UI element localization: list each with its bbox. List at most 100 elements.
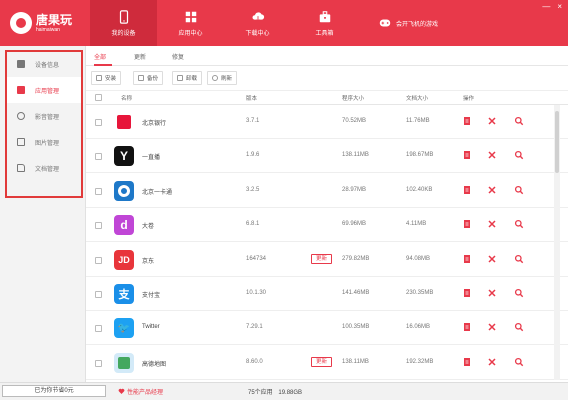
delete-icon[interactable] bbox=[487, 254, 497, 264]
refresh-button[interactable]: 刷新 bbox=[207, 71, 238, 85]
delete-icon[interactable] bbox=[487, 185, 497, 195]
app-version: 8.60.0 bbox=[246, 358, 263, 365]
uninstall-icon bbox=[177, 75, 183, 81]
table-scrollbar[interactable] bbox=[554, 105, 560, 380]
document-size: 94.08MB bbox=[406, 255, 431, 262]
search-icon[interactable] bbox=[514, 288, 524, 298]
table-row[interactable]: 🐦 Twitter 7.29.1 100.35MB 16.06MB bbox=[86, 311, 568, 346]
search-icon[interactable] bbox=[514, 322, 524, 332]
app-version: 7.29.1 bbox=[246, 324, 263, 331]
table-row[interactable]: 北京一卡通 3.2.5 28.97MB 102.40KB bbox=[86, 174, 568, 208]
window-controls: — × bbox=[542, 2, 562, 11]
tab-repair[interactable]: 修复 bbox=[172, 52, 184, 61]
program-size: 28.97MB bbox=[342, 186, 367, 193]
update-badge[interactable]: 更新 bbox=[311, 253, 333, 264]
table-row[interactable]: d 大卷 6.8.1 69.96MB 4.11MB bbox=[86, 208, 568, 243]
nav-game[interactable]: 会开飞机的游戏 bbox=[358, 0, 458, 46]
search-icon[interactable] bbox=[514, 254, 524, 264]
app-version: 3.7.1 bbox=[246, 118, 260, 124]
document-size: 102.40KB bbox=[406, 186, 433, 193]
row-checkbox[interactable] bbox=[95, 256, 102, 264]
row-checkbox[interactable] bbox=[95, 119, 102, 126]
saved-money-box: 已为你节省0元 bbox=[2, 385, 106, 397]
delete-icon[interactable] bbox=[487, 219, 497, 229]
nav-label: 会开飞机的游戏 bbox=[395, 21, 438, 28]
program-size: 100.35MB bbox=[342, 324, 370, 331]
program-size: 69.96MB bbox=[342, 221, 367, 228]
jd-app-icon: JD bbox=[114, 249, 134, 270]
table-header: 名称 版本 程序大小 文档大小 操作 bbox=[86, 91, 568, 105]
table-row[interactable]: 支 支付宝 10.1.30 141.46MB 230.35MB bbox=[86, 277, 568, 311]
export-icon[interactable] bbox=[462, 254, 472, 264]
scroll-thumb[interactable] bbox=[555, 111, 559, 173]
row-checkbox[interactable] bbox=[95, 187, 102, 195]
cloud-download-icon bbox=[252, 11, 264, 22]
search-icon[interactable] bbox=[514, 185, 524, 195]
app-version: 164734 bbox=[246, 255, 267, 262]
app-name: 北京银行 bbox=[142, 121, 167, 127]
controller-icon bbox=[379, 19, 391, 27]
delete-icon[interactable] bbox=[487, 288, 497, 298]
backup-icon bbox=[138, 75, 144, 81]
delete-icon[interactable] bbox=[487, 116, 497, 126]
phone-icon bbox=[119, 9, 128, 24]
install-button[interactable]: 安装 bbox=[91, 71, 122, 85]
row-checkbox[interactable] bbox=[95, 291, 102, 298]
export-icon[interactable] bbox=[462, 357, 472, 367]
minimize-button[interactable]: — bbox=[542, 2, 550, 11]
program-size: 70.52MB bbox=[342, 118, 367, 124]
search-icon[interactable] bbox=[514, 357, 524, 367]
search-icon[interactable] bbox=[514, 150, 524, 160]
status-footer: 已为你节省0元 性能产品经理 75个应用 19.88GB bbox=[0, 382, 568, 400]
delete-icon[interactable] bbox=[487, 357, 497, 367]
card-app-icon bbox=[114, 180, 134, 201]
search-icon[interactable] bbox=[514, 116, 524, 126]
table-row[interactable]: 高德地图 8.60.0 更新 138.11MB 192.32MB bbox=[86, 346, 568, 380]
export-icon[interactable] bbox=[462, 322, 472, 332]
export-icon[interactable] bbox=[462, 219, 472, 229]
close-button[interactable]: × bbox=[557, 2, 562, 11]
app-subtitle: haimaiwan bbox=[36, 26, 60, 33]
uninstall-button[interactable]: 卸载 bbox=[172, 71, 203, 85]
export-icon[interactable] bbox=[462, 185, 472, 195]
nav-app-center[interactable]: 应用中心 bbox=[157, 0, 224, 46]
header-actions: 操作 bbox=[463, 96, 475, 102]
nav-label: 应用中心 bbox=[178, 30, 203, 37]
export-icon[interactable] bbox=[462, 288, 472, 298]
app-name: 一直播 bbox=[142, 155, 161, 162]
document-size: 16.06MB bbox=[406, 324, 431, 331]
tab-update[interactable]: 更新 bbox=[134, 52, 146, 61]
row-checkbox[interactable] bbox=[95, 325, 102, 333]
select-all-checkbox[interactable] bbox=[95, 94, 102, 101]
app-version: 6.8.1 bbox=[246, 221, 260, 228]
uninstall-label: 卸载 bbox=[186, 76, 198, 82]
tab-all[interactable]: 全部 bbox=[94, 52, 106, 61]
row-checkbox[interactable] bbox=[95, 359, 102, 367]
app-version: 10.1.30 bbox=[246, 290, 267, 296]
delete-icon[interactable] bbox=[487, 150, 497, 160]
row-checkbox[interactable] bbox=[95, 153, 102, 161]
nav-download-center[interactable]: 下载中心 bbox=[224, 0, 291, 46]
table-row[interactable]: Y 一直播 1.9.6 138.11MB 198.67MB bbox=[86, 139, 568, 174]
update-badge[interactable]: 更新 bbox=[311, 356, 333, 367]
total-size: 19.88GB bbox=[278, 390, 303, 396]
nav-toolbox[interactable]: 工具箱 bbox=[291, 0, 358, 46]
app-version: 1.9.6 bbox=[246, 152, 260, 159]
backup-button[interactable]: 备份 bbox=[133, 71, 164, 85]
search-icon[interactable] bbox=[514, 219, 524, 229]
document-size: 230.35MB bbox=[406, 290, 434, 296]
video-app-icon: d bbox=[114, 215, 134, 236]
twitter-app-icon: 🐦 bbox=[114, 318, 134, 339]
table-row[interactable]: 北京银行 3.7.1 70.52MB 11.76MB bbox=[86, 105, 568, 139]
nav-my-device[interactable]: 我的设备 bbox=[90, 0, 157, 46]
row-checkbox[interactable] bbox=[95, 222, 102, 230]
top-bar: 唐果玩 haimaiwan 我的设备 应用中心 下载中心 工具箱 会开飞机的游戏… bbox=[0, 0, 568, 46]
export-icon[interactable] bbox=[462, 116, 472, 126]
feedback-link[interactable]: 性能产品经理 bbox=[118, 387, 163, 396]
delete-icon[interactable] bbox=[487, 322, 497, 332]
refresh-label: 刷新 bbox=[221, 76, 233, 82]
export-icon[interactable] bbox=[462, 150, 472, 160]
document-size: 198.67MB bbox=[406, 152, 434, 159]
header-version: 版本 bbox=[246, 96, 258, 102]
table-row[interactable]: JD 京东 164734 更新 279.82MB 94.08MB bbox=[86, 243, 568, 277]
